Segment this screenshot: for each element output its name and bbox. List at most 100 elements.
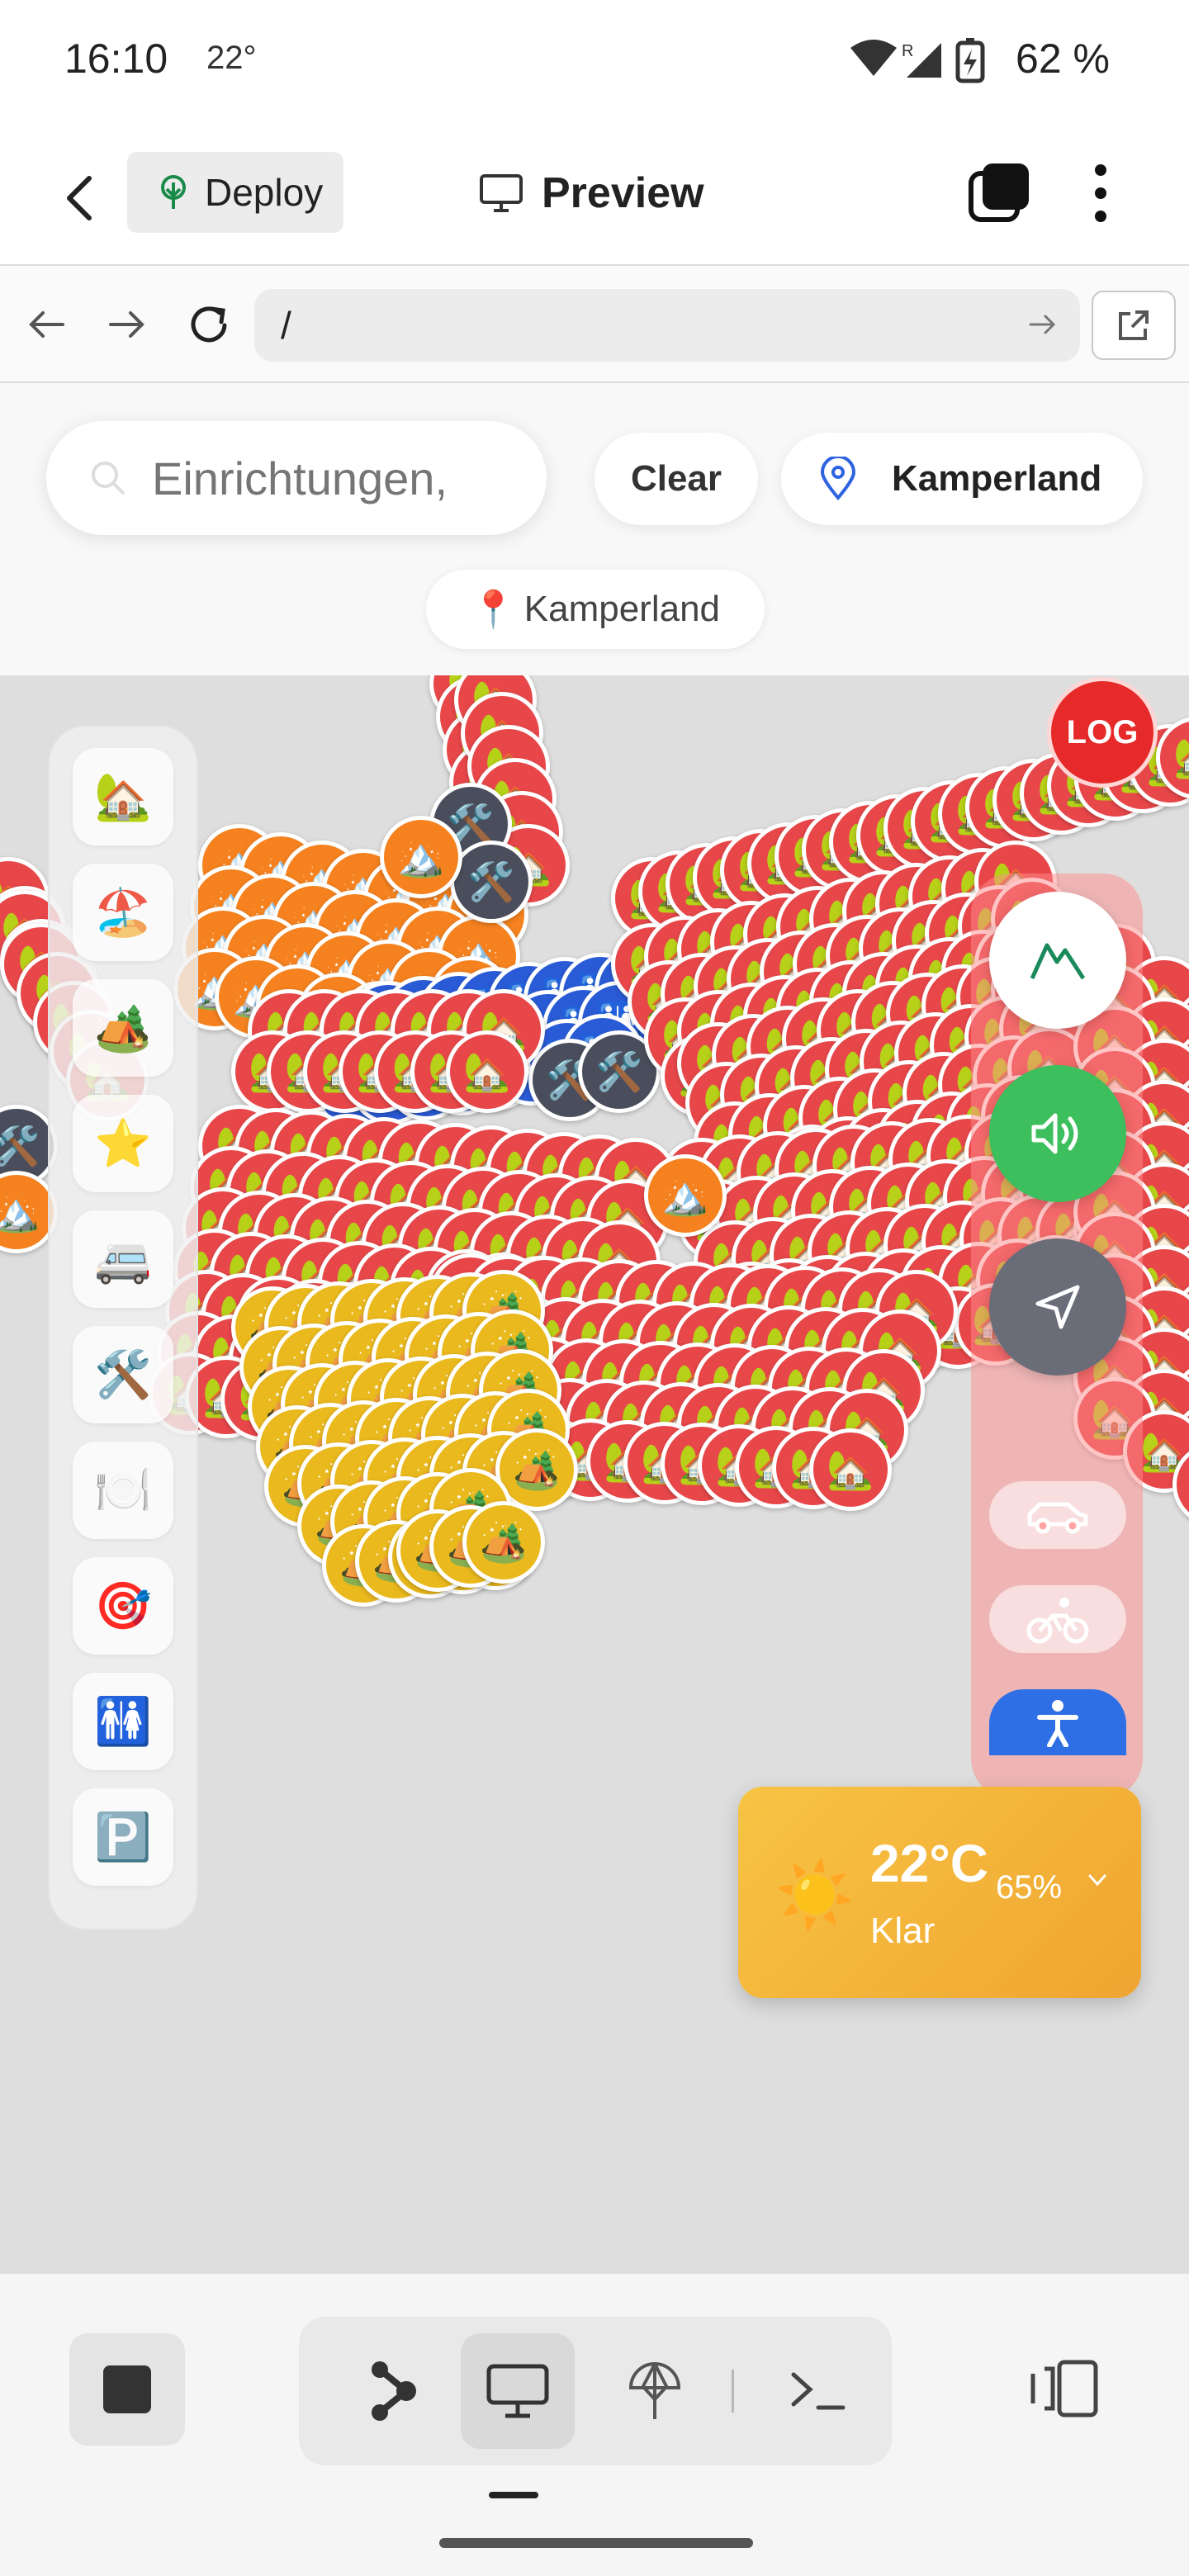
url-go-icon[interactable] bbox=[1024, 305, 1062, 343]
reload-button[interactable] bbox=[180, 296, 238, 353]
deploy-tree-icon bbox=[161, 175, 186, 209]
category-camper-button[interactable]: 🚐 bbox=[73, 1210, 173, 1308]
weather-card[interactable]: ☀️ 22°C 65% Klar bbox=[738, 1787, 1141, 1998]
category-service-icon: 🛠️ bbox=[94, 1348, 152, 1400]
audio-button[interactable] bbox=[989, 1065, 1126, 1202]
status-temperature: 22° bbox=[206, 40, 257, 76]
tool-group bbox=[299, 2317, 892, 2465]
speaker-icon bbox=[1031, 1113, 1078, 1154]
browser-bar: / bbox=[0, 266, 1189, 383]
log-button[interactable]: LOG bbox=[1047, 677, 1158, 788]
deploy-tool-button[interactable] bbox=[598, 2333, 712, 2449]
battery-percentage: 62 % bbox=[1016, 36, 1110, 82]
category-camping-button[interactable]: 🏕️ bbox=[73, 979, 173, 1077]
category-activities-button[interactable]: 🎯 bbox=[73, 1557, 173, 1655]
category-filter-bar: 🏡 🏖️ 🏕️ ⭐ 🚐 🛠️ 🍽️ 🎯 🚻 🅿️ bbox=[48, 725, 198, 1930]
category-favorites-button[interactable]: ⭐ bbox=[73, 1095, 173, 1192]
map-view[interactable]: 🏡🏡🏡🏡🏡🏡🏡🏡🏡🏡🏡🏡🏡🏡🏡🏡🏡🏡🏡🏡🏡🏡🏡🏡🏡🏡🏡🏡🏡🏡🏡🏡🏡🏔️🏔️🏔️🏔… bbox=[0, 383, 1189, 2274]
category-camper-icon: 🚐 bbox=[94, 1233, 152, 1285]
external-link-icon bbox=[1119, 310, 1149, 340]
page-title: Preview bbox=[479, 168, 704, 218]
category-toilets-button[interactable]: 🚻 bbox=[73, 1673, 173, 1770]
category-accommodation-button[interactable]: 🏡 bbox=[73, 748, 173, 845]
monitor-icon bbox=[480, 174, 523, 212]
navigation-arrow-icon bbox=[1035, 1285, 1080, 1329]
deploy-tree-icon bbox=[628, 2362, 681, 2419]
dock-panel-button[interactable] bbox=[1006, 2343, 1121, 2434]
back-arrow-icon bbox=[67, 176, 92, 220]
category-activities-icon: 🎯 bbox=[94, 1579, 152, 1631]
map-marker-beach[interactable]: 🏔️ bbox=[644, 1154, 727, 1237]
battery-charging-icon bbox=[955, 38, 985, 83]
browser-forward-button[interactable] bbox=[97, 296, 155, 353]
map-control-bar bbox=[971, 874, 1143, 1798]
current-location-chip[interactable]: 📍 Kamperland bbox=[426, 570, 765, 649]
arrow-right-icon bbox=[109, 311, 144, 338]
search-icon bbox=[92, 462, 126, 495]
deploy-label: Deploy bbox=[205, 171, 324, 214]
toolbar-divider bbox=[732, 2370, 734, 2413]
preview-tool-button[interactable] bbox=[461, 2333, 575, 2449]
transport-bicycle-button[interactable] bbox=[989, 1585, 1126, 1653]
stop-button[interactable] bbox=[69, 2333, 185, 2446]
open-external-button[interactable] bbox=[1092, 291, 1176, 360]
map-marker-beach[interactable]: 🏔️ bbox=[380, 816, 462, 898]
map-marker-accommodation[interactable]: 🏡 bbox=[809, 1428, 892, 1511]
map-marker-accommodation[interactable]: 🏡 bbox=[446, 1030, 528, 1113]
weather-humidity: 65% bbox=[996, 1869, 1063, 1906]
location-button[interactable]: Kamperland bbox=[781, 433, 1143, 525]
map-marker-service[interactable]: 🛠️ bbox=[450, 841, 533, 923]
map-marker-camping[interactable]: 🏕️ bbox=[462, 1501, 545, 1584]
more-options-button[interactable] bbox=[1082, 162, 1120, 225]
terrain-button[interactable] bbox=[989, 892, 1126, 1029]
dock-side-icon bbox=[1030, 2360, 1098, 2417]
home-indicator[interactable] bbox=[439, 2538, 753, 2548]
status-time: 16:10 bbox=[64, 36, 168, 82]
svg-text:R: R bbox=[902, 42, 913, 60]
category-parking-button[interactable]: 🅿️ bbox=[73, 1788, 173, 1886]
pushpin-icon: 📍 bbox=[470, 590, 516, 630]
weather-temperature: 22°C bbox=[870, 1834, 988, 1893]
url-text: / bbox=[281, 304, 291, 347]
status-icons: R bbox=[850, 38, 985, 83]
car-icon bbox=[1027, 1502, 1088, 1534]
clear-button[interactable]: Clear bbox=[594, 433, 758, 525]
page-title-text: Preview bbox=[542, 169, 704, 217]
walking-icon bbox=[1037, 1700, 1078, 1747]
search-input[interactable] bbox=[150, 450, 517, 506]
category-service-button[interactable]: 🛠️ bbox=[73, 1326, 173, 1423]
monitor-icon bbox=[486, 2364, 549, 2418]
category-camping-icon: 🏕️ bbox=[94, 1002, 152, 1054]
arrow-left-icon bbox=[29, 311, 64, 338]
category-toilets-icon: 🚻 bbox=[94, 1695, 152, 1747]
agent-tool-button[interactable] bbox=[335, 2333, 449, 2449]
page-indicator bbox=[489, 2492, 538, 2498]
console-tool-button[interactable] bbox=[761, 2333, 875, 2449]
map-search-header: Clear Kamperland 📍 Kamperland bbox=[0, 383, 1189, 675]
transport-walking-button[interactable] bbox=[989, 1689, 1126, 1755]
transport-car-button[interactable] bbox=[989, 1481, 1126, 1549]
terminal-icon bbox=[791, 2372, 846, 2410]
stop-icon bbox=[103, 2365, 151, 2413]
url-field[interactable]: / bbox=[254, 289, 1080, 362]
location-chip-label: Kamperland bbox=[523, 589, 721, 629]
back-button[interactable] bbox=[50, 168, 109, 228]
reload-icon bbox=[191, 306, 227, 343]
bicycle-icon bbox=[1026, 1598, 1089, 1644]
category-beach-icon: 🏖️ bbox=[94, 886, 152, 938]
agent-graph-icon bbox=[372, 2361, 416, 2421]
location-label: Kamperland bbox=[892, 458, 1102, 499]
chevron-down-icon[interactable] bbox=[1085, 1868, 1110, 1892]
location-pin-icon bbox=[820, 457, 856, 501]
status-bar: 16:10 22° R 62 % bbox=[0, 0, 1189, 124]
category-restaurant-icon: 🍽️ bbox=[94, 1464, 152, 1516]
category-beach-button[interactable]: 🏖️ bbox=[73, 864, 173, 961]
browser-back-button[interactable] bbox=[18, 296, 76, 353]
search-box[interactable] bbox=[46, 421, 547, 535]
navigate-button[interactable] bbox=[989, 1238, 1126, 1376]
app-bar: Deploy Preview bbox=[0, 132, 1189, 266]
category-restaurant-button[interactable]: 🍽️ bbox=[73, 1442, 173, 1539]
deploy-button[interactable]: Deploy bbox=[127, 152, 343, 233]
tabs-button[interactable] bbox=[968, 162, 1030, 225]
mountain-icon bbox=[1030, 943, 1086, 980]
